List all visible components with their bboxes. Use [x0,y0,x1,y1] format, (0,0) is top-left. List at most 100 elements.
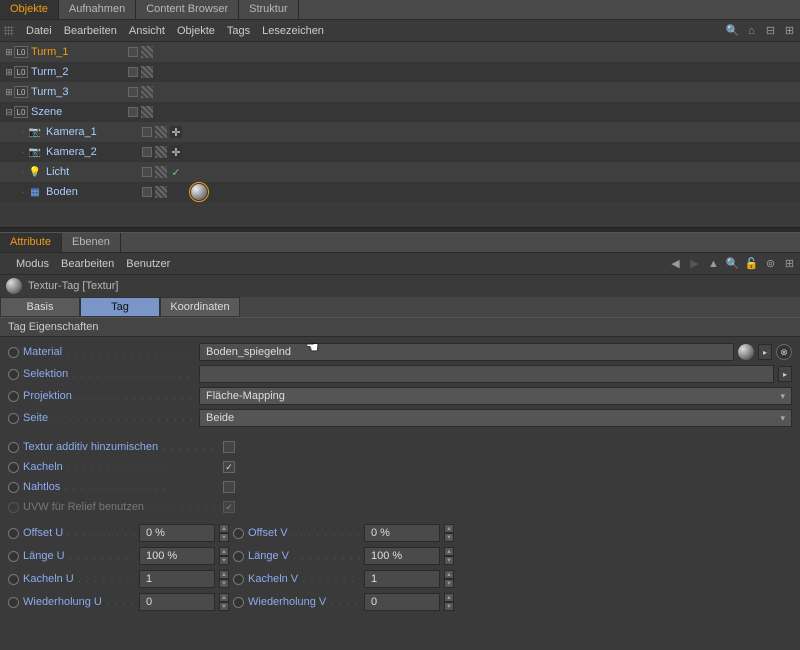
tree-row-boden[interactable]: · ▦ Boden [0,182,800,202]
menu-tags[interactable]: Tags [227,25,250,37]
layer-badge[interactable]: L0 [14,106,28,118]
layer-badge[interactable]: L0 [14,66,28,78]
expander-icon[interactable]: ⊞ [4,87,14,98]
field-offset-v[interactable]: 0 % [364,524,440,542]
expander-icon[interactable]: ⊞ [4,67,14,78]
visibility-toggle[interactable] [128,47,138,57]
tree-row-szene[interactable]: ⊟ L0 Szene [0,102,800,122]
visibility-toggle[interactable] [128,87,138,97]
checkbox-nahtlos[interactable] [223,481,235,493]
home-icon[interactable]: ⌂ [745,24,758,37]
tree-label[interactable]: Szene [31,106,62,118]
tab-content-browser[interactable]: Content Browser [136,0,239,19]
spinner-offset-v[interactable]: ▲▼ [444,524,454,542]
selektion-picker-button[interactable]: ▸ [778,366,792,382]
field-kacheln-u[interactable]: 1 [139,570,215,588]
menu-datei[interactable]: Datei [26,25,52,37]
anim-radio[interactable] [8,551,19,562]
grip-icon[interactable] [4,26,14,36]
subtab-basis[interactable]: Basis [0,297,80,317]
spinner-kacheln-u[interactable]: ▲▼ [219,570,229,588]
material-tag[interactable] [191,184,207,200]
render-toggle[interactable] [155,166,167,178]
subtab-koordinaten[interactable]: Koordinaten [160,297,240,317]
visibility-toggle[interactable] [128,67,138,77]
anim-radio[interactable] [8,369,19,380]
tree-label[interactable]: Turm_3 [31,86,69,98]
menu-bearbeiten[interactable]: Bearbeiten [64,25,117,37]
tree-row-kamera1[interactable]: · 📷 Kamera_1 ✛ [0,122,800,142]
material-field[interactable]: Boden_spiegelnd [199,343,734,361]
anim-radio[interactable] [233,528,244,539]
projektion-dropdown[interactable]: Fläche-Mapping [199,387,792,405]
nav-back-icon[interactable]: ◀ [669,257,682,270]
menu-bearbeiten[interactable]: Bearbeiten [61,258,114,270]
anim-radio[interactable] [8,462,19,473]
enabled-check-icon[interactable]: ✓ [170,166,182,179]
spinner-kacheln-v[interactable]: ▲▼ [444,570,454,588]
crosshair-tag[interactable]: ✛ [170,126,182,138]
field-wieder-u[interactable]: 0 [139,593,215,611]
nav-fwd-icon[interactable]: ▶ [688,257,701,270]
tab-ebenen[interactable]: Ebenen [62,233,121,252]
visibility-toggle[interactable] [142,147,152,157]
tree-label[interactable]: Boden [46,186,78,198]
checkbox-kacheln[interactable]: ✓ [223,461,235,473]
search-icon[interactable]: 🔍 [726,24,739,37]
spinner-laenge-u[interactable]: ▲▼ [219,547,229,565]
visibility-toggle[interactable] [142,187,152,197]
checkbox-additiv[interactable] [223,441,235,453]
tree-row-turm3[interactable]: ⊞ L0 Turm_3 [0,82,800,102]
spinner-wieder-u[interactable]: ▲▼ [219,593,229,611]
visibility-toggle[interactable] [142,167,152,177]
tree-row-turm2[interactable]: ⊞ L0 Turm_2 [0,62,800,82]
tab-aufnahmen[interactable]: Aufnahmen [59,0,136,19]
render-toggle[interactable] [141,66,153,78]
material-clear-button[interactable]: ⊗ [776,344,792,360]
tree-label[interactable]: Turm_2 [31,66,69,78]
subtab-tag[interactable]: Tag [80,297,160,317]
menu-objekte[interactable]: Objekte [177,25,215,37]
anim-radio[interactable] [8,574,19,585]
render-toggle[interactable] [141,106,153,118]
link-icon[interactable]: ⊚ [764,257,777,270]
expander-icon[interactable]: ⊞ [4,47,14,58]
spinner-wieder-v[interactable]: ▲▼ [444,593,454,611]
menu-ansicht[interactable]: Ansicht [129,25,165,37]
tree-label[interactable]: Turm_1 [31,46,69,58]
tree-label[interactable]: Licht [46,166,69,178]
tree-row-kamera2[interactable]: · 📷 Kamera_2 ✛ [0,142,800,162]
spinner-laenge-v[interactable]: ▲▼ [444,547,454,565]
tree-label[interactable]: Kamera_2 [46,146,97,158]
field-kacheln-v[interactable]: 1 [364,570,440,588]
visibility-toggle[interactable] [142,127,152,137]
tab-objekte[interactable]: Objekte [0,0,59,19]
anim-radio[interactable] [8,442,19,453]
field-offset-u[interactable]: 0 % [139,524,215,542]
menu-benutzer[interactable]: Benutzer [126,258,170,270]
crosshair-tag[interactable]: ✛ [170,146,182,158]
anim-radio[interactable] [8,597,19,608]
anim-radio[interactable] [233,551,244,562]
seite-dropdown[interactable]: Beide [199,409,792,427]
anim-radio[interactable] [8,347,19,358]
layer-badge[interactable]: L0 [14,86,28,98]
anim-radio[interactable] [8,391,19,402]
anim-radio[interactable] [8,528,19,539]
material-preview-icon[interactable] [738,344,754,360]
tree-row-licht[interactable]: · 💡 Licht ✓ [0,162,800,182]
render-toggle[interactable] [141,46,153,58]
lock-icon[interactable]: 🔓 [745,257,758,270]
anim-radio[interactable] [233,574,244,585]
collapse-icon[interactable]: ⊟ [764,24,777,37]
layer-badge[interactable]: L0 [14,46,28,58]
tree-row-turm1[interactable]: ⊞ L0 Turm_1 [0,42,800,62]
tab-attribute[interactable]: Attribute [0,233,62,252]
field-laenge-u[interactable]: 100 % [139,547,215,565]
menu-lesezeichen[interactable]: Lesezeichen [262,25,324,37]
anim-radio[interactable] [8,413,19,424]
material-picker-button[interactable]: ▸ [758,344,772,360]
selektion-field[interactable] [199,365,774,383]
anim-radio[interactable] [8,482,19,493]
anim-radio[interactable] [8,502,19,513]
